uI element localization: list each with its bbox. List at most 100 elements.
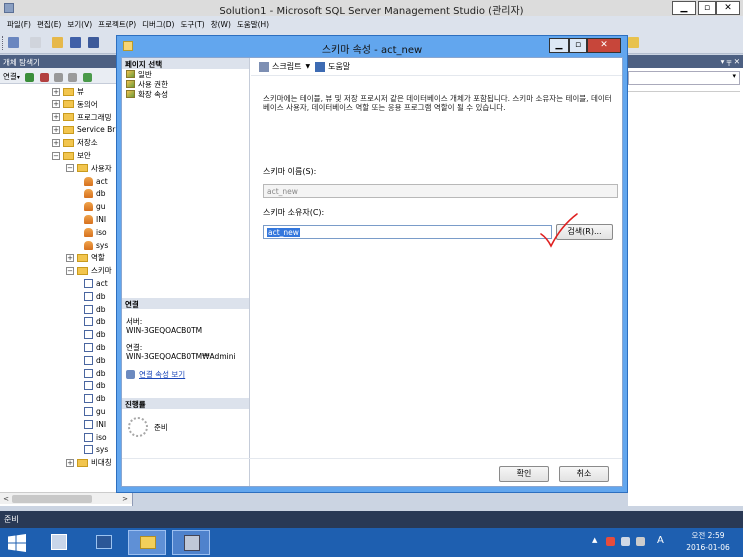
page-extended-properties[interactable]: 확장 속성 [122, 89, 249, 99]
tree-node[interactable]: sys [84, 444, 108, 455]
tree-node[interactable]: db [84, 304, 106, 315]
save-icon[interactable] [70, 37, 81, 48]
tree-node[interactable]: db [84, 291, 106, 302]
toolbar-extra-icon[interactable] [628, 37, 639, 48]
close-button[interactable]: ✕ [716, 1, 740, 15]
tree-node[interactable]: gu [84, 201, 106, 212]
script-dropdown-icon[interactable]: ▼ [305, 63, 310, 70]
tree-node[interactable]: db [84, 188, 106, 199]
tree-node[interactable]: + 비대칭 [66, 457, 112, 468]
connect-dropdown-icon[interactable]: ▾ [17, 74, 20, 81]
scroll-left-icon[interactable]: < [1, 494, 11, 504]
tree-node[interactable]: + 프로그래밍 [52, 112, 112, 123]
tree-node[interactable]: db [84, 368, 106, 379]
tree-node[interactable]: iso [84, 432, 107, 443]
tray-security-icon[interactable] [606, 537, 615, 546]
open-folder-icon[interactable] [52, 37, 63, 48]
tree-node[interactable]: − 사용자 [66, 163, 112, 174]
server-manager-taskbar-button[interactable] [40, 530, 78, 555]
tree-expander-icon[interactable]: − [66, 266, 74, 275]
panel-pin-controls[interactable]: ▾ ╤ ✕ [721, 57, 740, 66]
schema-name-field[interactable]: act_new [263, 184, 618, 198]
tree-expander-icon[interactable]: − [52, 151, 60, 160]
help-button[interactable]: 도움말 [328, 61, 350, 72]
tree-node[interactable]: db [84, 316, 106, 327]
menu-project[interactable]: 프로젝트(P) [95, 16, 139, 32]
stop-icon[interactable] [54, 72, 63, 82]
ime-indicator[interactable]: A [657, 535, 664, 546]
menu-window[interactable]: 창(W) [208, 16, 234, 32]
start-button[interactable] [8, 534, 26, 552]
tree-node[interactable]: db [84, 380, 106, 391]
view-connection-properties-link[interactable]: 연결 속성 보기 [122, 361, 249, 388]
tree-node[interactable]: iso [84, 227, 107, 238]
schema-icon [84, 432, 93, 442]
page-permissions[interactable]: 사용 권한 [122, 79, 249, 89]
menu-edit[interactable]: 편집(E) [34, 16, 64, 32]
maximize-button[interactable]: ▫ [698, 1, 716, 15]
menu-tools[interactable]: 도구(T) [177, 16, 207, 32]
tree-node-label: db [96, 317, 106, 327]
scroll-right-icon[interactable]: > [120, 494, 130, 504]
script-icon[interactable] [259, 61, 269, 72]
tree-node[interactable]: + 동의어 [52, 99, 98, 110]
menu-help[interactable]: 도움말(H) [234, 16, 272, 32]
tray-network-icon[interactable] [621, 537, 630, 546]
horizontal-scrollbar[interactable]: < > [0, 492, 132, 504]
tree-expander-icon[interactable]: + [66, 253, 74, 262]
save-all-icon[interactable] [88, 37, 99, 48]
cancel-button[interactable]: 취소 [559, 466, 609, 482]
ssms-taskbar-button[interactable] [172, 530, 210, 555]
tree-expander-icon[interactable]: + [66, 458, 74, 467]
disconnect-icon[interactable] [39, 72, 49, 82]
filter-icon[interactable] [68, 72, 78, 82]
refresh-icon[interactable] [82, 72, 92, 82]
tree-expander-icon[interactable]: + [52, 113, 60, 122]
menu-file[interactable]: 파일(F) [4, 16, 34, 32]
tree-expander-icon[interactable]: + [52, 125, 60, 134]
tray-volume-icon[interactable] [636, 537, 645, 546]
menu-view[interactable]: 보기(V) [64, 16, 95, 32]
tree-node[interactable]: + Service Br [52, 124, 115, 135]
tree-node[interactable]: act [84, 278, 108, 289]
tree-node[interactable]: − 스키마 [66, 265, 112, 276]
tree-node[interactable]: db [84, 355, 106, 366]
folder-icon [63, 113, 74, 122]
tree-node[interactable]: sys [84, 240, 108, 251]
tree-node[interactable]: + 뷰 [52, 86, 84, 97]
minimize-button[interactable]: ▁ [672, 1, 696, 15]
tree-node[interactable]: db [84, 342, 106, 353]
explorer-taskbar-button[interactable] [128, 530, 166, 555]
powershell-taskbar-button[interactable] [85, 530, 123, 555]
tree-node[interactable]: db [84, 393, 106, 404]
new-query-icon[interactable] [8, 37, 19, 48]
dialog-close-button[interactable]: ✕ [587, 38, 621, 53]
tree-node[interactable]: db [84, 329, 106, 340]
connect-server-icon[interactable] [25, 72, 35, 82]
dialog-maximize-button[interactable]: ▫ [569, 38, 587, 53]
new-file-icon[interactable] [30, 37, 41, 48]
tree-node[interactable]: INI [84, 214, 106, 225]
scrollbar-thumb[interactable] [12, 495, 92, 503]
tree-node[interactable]: + 역할 [66, 252, 105, 263]
tree-node[interactable]: INI [84, 419, 106, 430]
tree-node[interactable]: + 저장소 [52, 137, 98, 148]
page-general[interactable]: 일반 [122, 69, 249, 79]
tree-expander-icon[interactable]: + [52, 138, 60, 147]
ok-button[interactable]: 확인 [499, 466, 549, 482]
tree-node[interactable]: act [84, 176, 108, 187]
tree-node[interactable]: gu [84, 406, 106, 417]
tree-node[interactable]: − 보안 [52, 150, 91, 161]
tree-expander-icon[interactable]: + [52, 100, 60, 109]
dialog-minimize-button[interactable]: ▁ [549, 38, 569, 53]
schema-owner-field[interactable]: act_new [263, 225, 552, 239]
menu-debug[interactable]: 디버그(D) [139, 16, 177, 32]
taskbar-clock[interactable]: 오전 2:59 2016-01-06 [677, 530, 739, 554]
script-button[interactable]: 스크립트 [272, 61, 301, 72]
connect-button[interactable]: 연결 [3, 72, 17, 81]
tree-expander-icon[interactable]: − [66, 164, 74, 173]
tree-expander-icon[interactable]: + [52, 87, 60, 96]
properties-combo[interactable]: ▾ [628, 71, 740, 85]
tray-expand-icon[interactable]: ▲ [592, 536, 597, 544]
help-icon[interactable] [315, 61, 326, 72]
